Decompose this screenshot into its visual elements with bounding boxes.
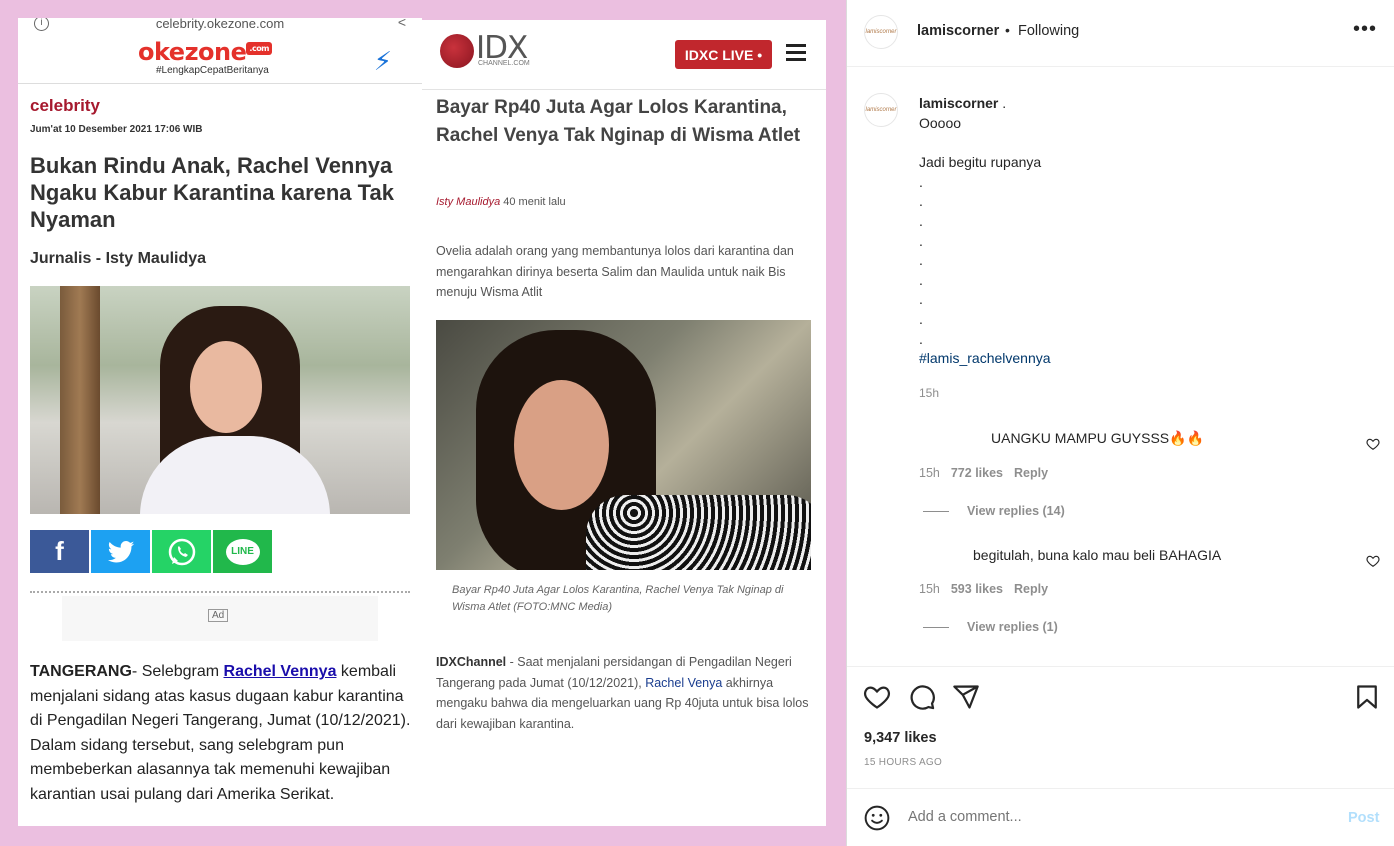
caption-line: . (919, 330, 923, 347)
idx-article-title: Bayar Rp40 Juta Agar Lolos Karantina, Ra… (436, 97, 801, 146)
idxc-live-button: IDXC LIVE • (675, 40, 772, 69)
caption-line: . (919, 271, 923, 288)
view-replies-button[interactable]: View replies (14) (923, 504, 1065, 518)
comment-text: UANGKU MAMPU GUYSSS🔥🔥 (991, 430, 1205, 446)
caption-avatar[interactable]: lamiscorner (864, 93, 898, 127)
article-title: Bukan Rindu Anak, Rachel Vennya Ngaku Ka… (30, 153, 394, 232)
caption-username[interactable]: lamiscorner . (919, 95, 1006, 111)
caption-line: . (919, 291, 923, 308)
article-author: Jurnalis - Isty Maulidya (30, 250, 207, 267)
emoji-icon[interactable] (864, 805, 890, 831)
ad-label: Ad (208, 609, 229, 622)
caption-line: Ooooo (919, 115, 962, 131)
caption-line: . (919, 193, 923, 210)
heart-icon[interactable] (863, 683, 891, 711)
article-date: Jum'at 10 Desember 2021 17:06 WIB (30, 124, 203, 135)
post-comment-button[interactable]: Post (1348, 810, 1379, 826)
header-username[interactable]: lamiscorner (917, 23, 999, 39)
comment-input[interactable] (908, 809, 1328, 825)
reply-button[interactable]: Reply (1014, 466, 1048, 480)
article-body: TANGERANG- Selebgram Rachel Vennya kemba… (30, 663, 411, 803)
okezone-url: celebrity.okezone.com (155, 18, 285, 31)
bookmark-icon[interactable] (1353, 683, 1381, 711)
reply-button[interactable]: Reply (1014, 582, 1048, 596)
comment-icon[interactable] (908, 683, 936, 711)
idx-byline: Isty Maulidya 40 menit lalu (436, 196, 566, 208)
caption-text: Ooooo Jadi begitu rupanya . . . . . . . … (919, 114, 1051, 369)
comment-time[interactable]: 15h (919, 582, 940, 596)
okezone-header: i celebrity.okezone.com < okezone .com #L… (18, 18, 422, 84)
comment-likes[interactable]: 593 likes (951, 582, 1003, 596)
idx-article-screenshot: IDX CHANNEL.COM IDXC LIVE • Bayar Rp40 J… (422, 20, 826, 826)
idx-photo-caption: Bayar Rp40 Juta Agar Lolos Karantina, Ra… (452, 584, 784, 613)
instagram-post-view: i celebrity.okezone.com < okezone .com #L… (0, 0, 1394, 846)
post-header: lamiscorner lamiscorner • Following ••• (847, 0, 1394, 67)
likes-count[interactable]: 9,347 likes (864, 730, 937, 746)
whatsapp-icon (152, 530, 211, 573)
comment-likes[interactable]: 772 likes (951, 466, 1003, 480)
caption-line: . (919, 310, 923, 327)
comment-meta: 15h 772 likes Reply (919, 466, 1059, 480)
comment-like-heart-icon[interactable] (1366, 554, 1380, 568)
okezone-tagline: #LengkapCepatBeritanya (156, 65, 269, 76)
following-button[interactable]: Following (1018, 23, 1079, 39)
twitter-icon (91, 530, 150, 573)
okezone-logo: okezone .com (138, 38, 273, 66)
ad-slot: Ad (62, 596, 378, 641)
comment-time[interactable]: 15h (919, 466, 940, 480)
post-actions: 9,347 likes 15 HOURS AGO (847, 666, 1394, 768)
okezone-article-screenshot: i celebrity.okezone.com < okezone .com #L… (18, 18, 422, 826)
view-replies-button[interactable]: View replies (1) (923, 620, 1058, 634)
idx-globe-icon (440, 34, 474, 68)
idx-logo-sub: CHANNEL.COM (478, 60, 530, 67)
facebook-icon: f (30, 530, 89, 573)
post-sidebar: lamiscorner lamiscorner • Following ••• … (846, 0, 1394, 846)
idx-lead: Ovelia adalah orang yang membantunya lol… (436, 244, 794, 299)
article-category: celebrity (30, 96, 100, 115)
post-image[interactable]: i celebrity.okezone.com < okezone .com #L… (0, 0, 846, 846)
more-options-icon[interactable]: ••• (1353, 18, 1377, 41)
comment-text: begitulah, buna kalo mau beli BAHAGIA (973, 547, 1222, 563)
caption-time[interactable]: 15h (919, 386, 939, 400)
caption-line: Jadi begitu rupanya (919, 154, 1042, 171)
share-bar: f LINE (30, 530, 272, 573)
caption-line: . (919, 232, 923, 249)
caption-line: . (919, 173, 923, 190)
idx-article-body: IDXChannel - Saat menjalani persidangan … (436, 655, 809, 731)
share-icon: < (397, 18, 406, 30)
line-icon: LINE (213, 530, 272, 573)
post-timestamp[interactable]: 15 HOURS AGO (864, 757, 942, 768)
comment-like-heart-icon[interactable] (1366, 437, 1380, 451)
header-separator: • (1005, 22, 1010, 38)
hamburger-menu-icon (786, 44, 806, 61)
avatar[interactable]: lamiscorner (864, 15, 898, 49)
caption-line: . (919, 212, 923, 229)
hashtag-link[interactable]: #lamis_rachelvennya (919, 349, 1051, 369)
lightning-icon: ⚡ (373, 46, 392, 76)
caption-line: . (919, 252, 923, 269)
idx-photo (436, 320, 811, 570)
divider (30, 591, 410, 593)
add-comment-bar: Post (847, 788, 1394, 846)
comment-meta: 15h 593 likes Reply (919, 582, 1059, 596)
article-photo (30, 286, 410, 514)
caption-line (919, 134, 1051, 154)
share-icon[interactable] (952, 683, 980, 711)
idx-header: IDX CHANNEL.COM IDXC LIVE • (422, 20, 826, 90)
